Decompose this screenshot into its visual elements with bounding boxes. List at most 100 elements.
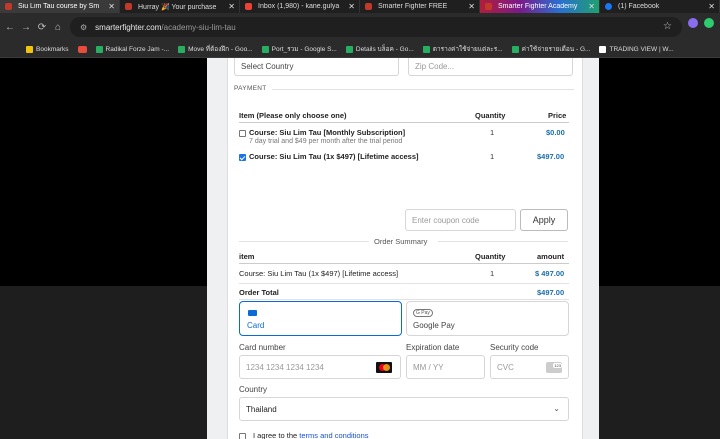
order-summary-title: Order Summary — [374, 237, 428, 246]
tab-label: Smarter Fighter Academy — [498, 3, 578, 10]
expiration-date-input[interactable]: MM / YY — [406, 355, 485, 379]
tab-favicon-icon — [365, 3, 372, 10]
security-code-input[interactable]: CVC 123 — [490, 355, 569, 379]
bookmark-folder[interactable]: Bookmarks — [26, 45, 69, 53]
close-icon[interactable]: ✕ — [228, 2, 235, 11]
gmail-icon — [245, 3, 252, 10]
google-pay-option[interactable]: G Pay Google Pay — [406, 301, 569, 336]
sheets-icon — [345, 45, 353, 53]
tab-siu-lim-tau[interactable]: Siu Lim Tau course by Sm ✕ — [0, 0, 120, 13]
zip-code-input[interactable]: Zip Code... — [408, 58, 573, 76]
bookmark-item[interactable]: Radikal Forze Jam -... — [95, 45, 170, 53]
checkout-form: Select Country Zip Code... PAYMENT Item … — [227, 58, 583, 439]
tab-favicon-icon — [485, 3, 492, 10]
apply-coupon-button[interactable]: Apply — [520, 209, 568, 231]
card-number-input[interactable]: 1234 1234 1234 1234 — [239, 355, 401, 379]
tab-label: Siu Lim Tau course by Sm — [18, 3, 100, 10]
divider — [239, 283, 569, 284]
summary-item-header: item — [239, 252, 255, 261]
bookmark-label: Port_รวม - Google S... — [271, 46, 337, 53]
forward-icon[interactable]: → — [18, 22, 34, 33]
cvc-card-icon: 123 — [546, 362, 562, 373]
bookmark-label: TRADING VIEW | W... — [609, 45, 674, 53]
tab-label: Smarter Fighter FREE — [378, 3, 448, 10]
bookmark-item[interactable]: ตารางค่าใช้จ่ายแต่ละร... — [422, 44, 503, 54]
coupon-code-placeholder: Enter coupon code — [412, 215, 480, 225]
item-price: $0.00 — [546, 128, 565, 137]
price-column-header: Price — [548, 111, 567, 120]
bookmark-item[interactable]: Details บล็อค - Go... — [345, 44, 414, 54]
mastercard-orange-circle — [383, 364, 390, 371]
tab-hurray[interactable]: Hurray 🎉 Your purchase ✕ — [120, 0, 240, 13]
tab-smarter-fighter-free[interactable]: Smarter Fighter FREE ✕ — [360, 0, 480, 13]
country-select[interactable]: Select Country — [234, 58, 399, 76]
tab-favicon-icon — [125, 3, 132, 10]
tab-label: Hurray 🎉 Your purchase — [138, 3, 217, 11]
item-quantity: 1 — [490, 152, 495, 161]
order-total-label: Order Total — [239, 288, 279, 297]
bookmark-star-icon[interactable]: ☆ — [663, 21, 672, 32]
home-icon[interactable]: ⌂ — [50, 22, 66, 33]
bookmark-label: Radikal Forze Jam -... — [105, 45, 170, 53]
close-icon[interactable]: ✕ — [588, 2, 595, 11]
bookmark-label: Bookmarks — [36, 45, 69, 53]
terms-text: I agree to the terms and conditions — [253, 431, 369, 439]
bookmark-item[interactable]: Move ที่ต้องฝึก - Goo... — [178, 44, 253, 54]
page-background-right — [599, 58, 720, 439]
bookmark-label: Move ที่ต้องฝึก - Goo... — [188, 46, 253, 53]
reload-icon[interactable]: ⟳ — [34, 22, 50, 33]
tab-facebook[interactable]: (1) Facebook ✕ — [600, 0, 720, 13]
country-dropdown[interactable]: Thailand ⌄ — [239, 397, 569, 421]
sheets-icon — [422, 45, 430, 53]
order-total-amount: $497.00 — [537, 288, 565, 297]
country-label: Country — [239, 385, 268, 394]
tab-smarter-fighter-academy[interactable]: Smarter Fighter Academy ✕ — [480, 0, 600, 13]
mastercard-icon — [376, 362, 392, 373]
country-dropdown-value: Thailand — [246, 404, 277, 414]
close-icon[interactable]: ✕ — [348, 2, 355, 11]
summary-item-name: Course: Siu Lim Tau (1x $497) [Lifetime … — [239, 269, 399, 278]
page-background-left — [0, 58, 207, 439]
background-panel — [599, 286, 720, 439]
coupon-code-input[interactable]: Enter coupon code — [405, 209, 516, 231]
item-price: $497.00 — [537, 152, 565, 161]
google-pay-option-label: Google Pay — [413, 321, 455, 330]
terms-checkbox[interactable] — [239, 433, 246, 439]
card-number-label: Card number — [239, 343, 286, 352]
summary-item-quantity: 1 — [490, 269, 495, 278]
item-name: Course: Siu Lim Tau (1x $497) [Lifetime … — [249, 152, 419, 161]
expiration-date-placeholder: MM / YY — [413, 362, 444, 372]
country-select-value: Select Country — [241, 62, 294, 71]
close-icon[interactable]: ✕ — [468, 2, 475, 11]
card-payment-option[interactable]: Card — [239, 301, 402, 336]
cvc-badge: 123 — [553, 363, 562, 368]
bookmark-item[interactable]: Port_รวม - Google S... — [261, 44, 337, 54]
tab-bar: Siu Lim Tau course by Sm ✕ Hurray 🎉 Your… — [0, 0, 720, 13]
star-icon — [26, 45, 33, 53]
close-icon[interactable]: ✕ — [108, 2, 115, 11]
bookmark-item[interactable] — [77, 45, 87, 53]
tab-inbox[interactable]: Inbox (1,980) - kane.gulya ✕ — [240, 0, 360, 13]
extension-icon[interactable] — [688, 18, 698, 28]
tab-label: (1) Facebook — [618, 3, 660, 10]
sheets-icon — [261, 45, 269, 53]
close-icon[interactable]: ✕ — [708, 2, 715, 11]
back-icon[interactable]: ← — [2, 22, 18, 33]
address-bar[interactable]: ⚙ smarterfighter.com /academy-siu-lim-ta… — [70, 17, 682, 37]
bookmark-item[interactable]: TRADING VIEW | W... — [599, 45, 674, 53]
url-path: /academy-siu-lim-tau — [161, 22, 236, 32]
item-name: Course: Siu Lim Tau [Monthly Subscriptio… — [249, 128, 406, 137]
tradingview-icon — [599, 45, 607, 53]
divider — [239, 241, 369, 242]
monthly-subscription-checkbox[interactable] — [239, 130, 246, 137]
extension-icon[interactable] — [704, 18, 714, 28]
item-description: 7 day trial and $49 per month after the … — [249, 138, 403, 145]
facebook-icon — [605, 3, 612, 10]
divider — [239, 299, 569, 300]
lifetime-access-checkbox[interactable] — [239, 154, 246, 161]
item-quantity: 1 — [490, 128, 495, 137]
bookmark-item[interactable]: ค่าใช้จ่ายรายเดือน - G... — [511, 44, 591, 54]
terms-link[interactable]: terms and conditions — [299, 431, 368, 439]
site-info-icon[interactable]: ⚙ — [80, 23, 87, 32]
bookmark-label: ค่าใช้จ่ายรายเดือน - G... — [521, 46, 591, 53]
